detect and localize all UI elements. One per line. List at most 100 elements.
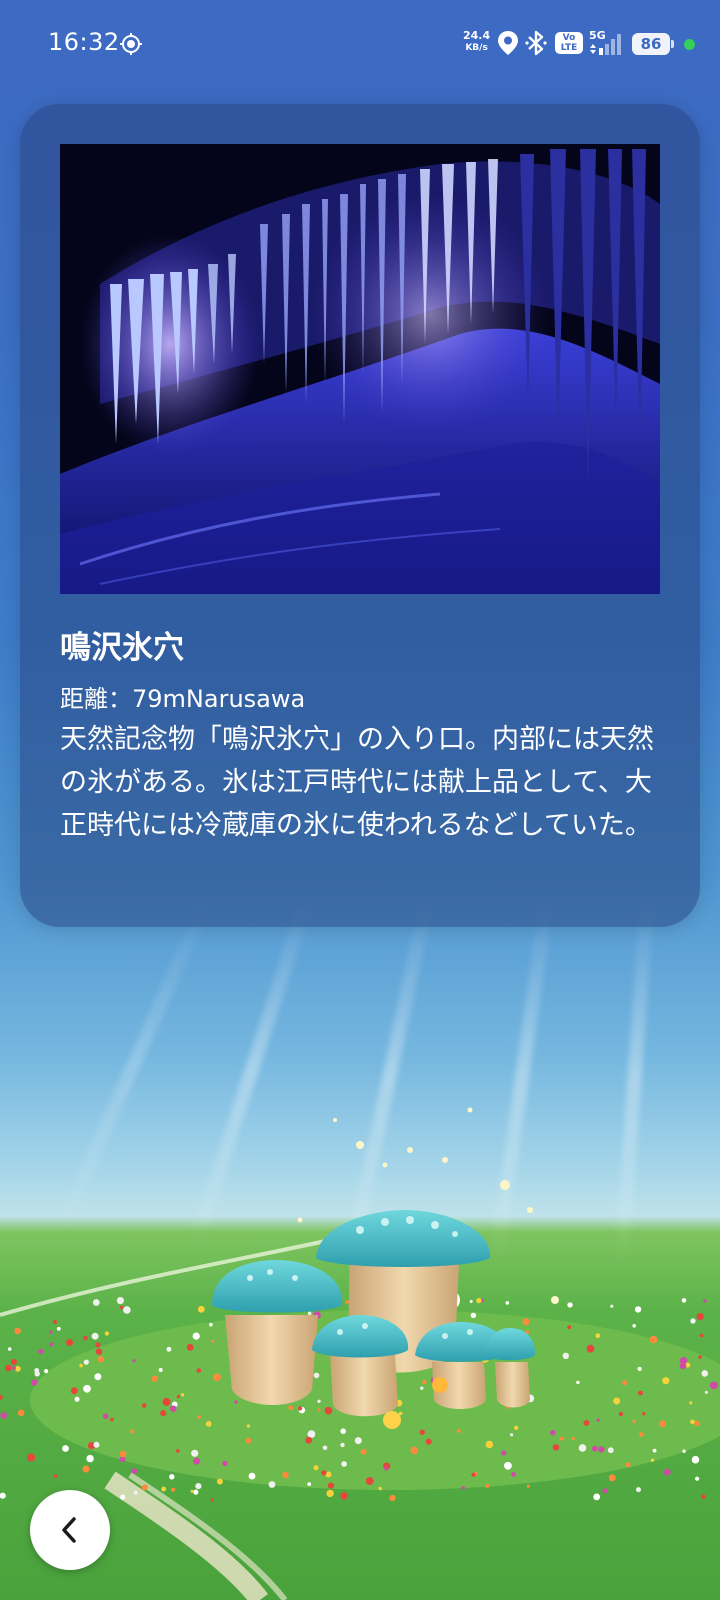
flower-dot bbox=[694, 1420, 700, 1427]
flower-dot bbox=[425, 1438, 432, 1445]
flower-dot bbox=[0, 1394, 3, 1400]
flower-dot bbox=[176, 1449, 180, 1453]
flower-dot bbox=[211, 1339, 215, 1343]
flower-dot bbox=[49, 1342, 54, 1347]
flower-dot bbox=[166, 1346, 172, 1352]
flower-dot bbox=[141, 1484, 148, 1491]
flower-dot bbox=[637, 1366, 642, 1371]
flower-dot bbox=[345, 1300, 350, 1304]
flower-dot bbox=[662, 1377, 670, 1385]
flower-dot bbox=[695, 1476, 700, 1481]
flower-dot bbox=[341, 1461, 347, 1467]
flower-dot bbox=[576, 1380, 580, 1385]
flower-dot bbox=[704, 1390, 708, 1394]
flower-dot bbox=[158, 1368, 163, 1372]
flower-dot bbox=[95, 1342, 101, 1348]
flower-dot bbox=[31, 1379, 38, 1386]
flower-dot bbox=[650, 1458, 655, 1462]
flower-dot bbox=[360, 1448, 367, 1455]
flower-dot bbox=[307, 1311, 312, 1316]
flower-dot bbox=[326, 1489, 334, 1498]
flower-dot bbox=[649, 1335, 658, 1344]
flower-dot bbox=[608, 1474, 616, 1482]
flower-dot bbox=[66, 1339, 74, 1346]
spot-photo bbox=[60, 144, 660, 594]
location-target-icon bbox=[120, 33, 142, 55]
flower-dot bbox=[171, 1487, 176, 1492]
flower-dot bbox=[93, 1441, 100, 1448]
flower-dot bbox=[340, 1492, 348, 1500]
flower-dot bbox=[471, 1472, 476, 1477]
flower-dot bbox=[652, 1448, 657, 1453]
flower-dot bbox=[689, 1401, 693, 1405]
flower-dot bbox=[222, 1460, 228, 1467]
flower-dot bbox=[701, 1494, 706, 1499]
flower-dot bbox=[598, 1446, 605, 1453]
flower-dot bbox=[0, 1412, 8, 1419]
flower-dot bbox=[288, 1405, 294, 1410]
flower-dot bbox=[17, 1409, 25, 1417]
flower-dot bbox=[132, 1359, 136, 1363]
network-speed: 24.4 KB/s bbox=[463, 30, 490, 54]
spot-info-card: 鳴沢氷穴 距離：79mNarusawa 天然記念物「鳴沢氷穴」の入り口。内部には… bbox=[20, 104, 700, 927]
flower-dot bbox=[592, 1445, 598, 1452]
flower-dot bbox=[86, 1454, 94, 1463]
flower-dot bbox=[160, 1410, 167, 1417]
flower-dot bbox=[119, 1450, 127, 1458]
flower-dot bbox=[192, 1332, 200, 1340]
flower-dot bbox=[49, 1330, 53, 1334]
flower-dot bbox=[74, 1396, 80, 1402]
flower-dot bbox=[526, 1484, 530, 1488]
flower-dot bbox=[501, 1450, 507, 1456]
flower-dot bbox=[133, 1490, 138, 1495]
flower-dot bbox=[691, 1455, 700, 1464]
network-speed-unit: KB/s bbox=[465, 43, 488, 53]
flower-dot bbox=[313, 1372, 320, 1379]
flower-dot bbox=[679, 1362, 687, 1370]
flower-dot bbox=[317, 1399, 321, 1403]
flower-dot bbox=[701, 1370, 709, 1377]
flower-dot bbox=[102, 1413, 109, 1420]
flower-dot bbox=[690, 1318, 696, 1324]
flower-dot bbox=[14, 1327, 21, 1335]
flower-dot bbox=[485, 1483, 490, 1488]
flower-dot bbox=[27, 1453, 36, 1462]
flower-dot bbox=[632, 1419, 637, 1424]
spot-title: 鳴沢氷穴 bbox=[60, 630, 184, 666]
flower-dot bbox=[82, 1465, 90, 1473]
flower-dot bbox=[659, 1420, 667, 1428]
flower-dot bbox=[583, 1420, 590, 1426]
flower-dot bbox=[510, 1433, 514, 1437]
battery-tip bbox=[671, 40, 674, 48]
flower-dot bbox=[307, 1482, 312, 1486]
flower-dot bbox=[378, 1486, 382, 1491]
bluetooth-icon bbox=[525, 30, 547, 56]
flower-dot bbox=[514, 1425, 519, 1430]
flower-dot bbox=[210, 1498, 214, 1502]
signal-bars-icon bbox=[590, 34, 621, 55]
flower-dot bbox=[104, 1331, 110, 1336]
flower-dot bbox=[7, 1347, 12, 1351]
flower-dot bbox=[456, 1429, 461, 1433]
flower-dot bbox=[682, 1449, 686, 1453]
flower-dot bbox=[216, 1478, 223, 1485]
flower-dot bbox=[610, 1304, 614, 1308]
flower-dot bbox=[83, 1335, 88, 1341]
flower-dot bbox=[180, 1393, 185, 1397]
flower-dot bbox=[193, 1489, 199, 1495]
flower-dot bbox=[625, 1462, 631, 1468]
flower-dot bbox=[196, 1368, 202, 1373]
flower-dot bbox=[176, 1394, 181, 1399]
network-speed-value: 24.4 bbox=[463, 29, 491, 42]
flower-dot bbox=[95, 1348, 103, 1355]
flower-dot bbox=[703, 1299, 707, 1303]
flower-dot bbox=[622, 1380, 628, 1386]
back-button[interactable] bbox=[30, 1490, 110, 1570]
flower-dot bbox=[559, 1436, 564, 1441]
flower-dot bbox=[116, 1297, 124, 1305]
flower-dot bbox=[596, 1418, 600, 1422]
spot-distance: 距離：79mNarusawa bbox=[60, 685, 306, 713]
flower-dot bbox=[44, 1369, 49, 1374]
flower-dot bbox=[567, 1302, 573, 1308]
flower-dot bbox=[365, 1477, 374, 1485]
